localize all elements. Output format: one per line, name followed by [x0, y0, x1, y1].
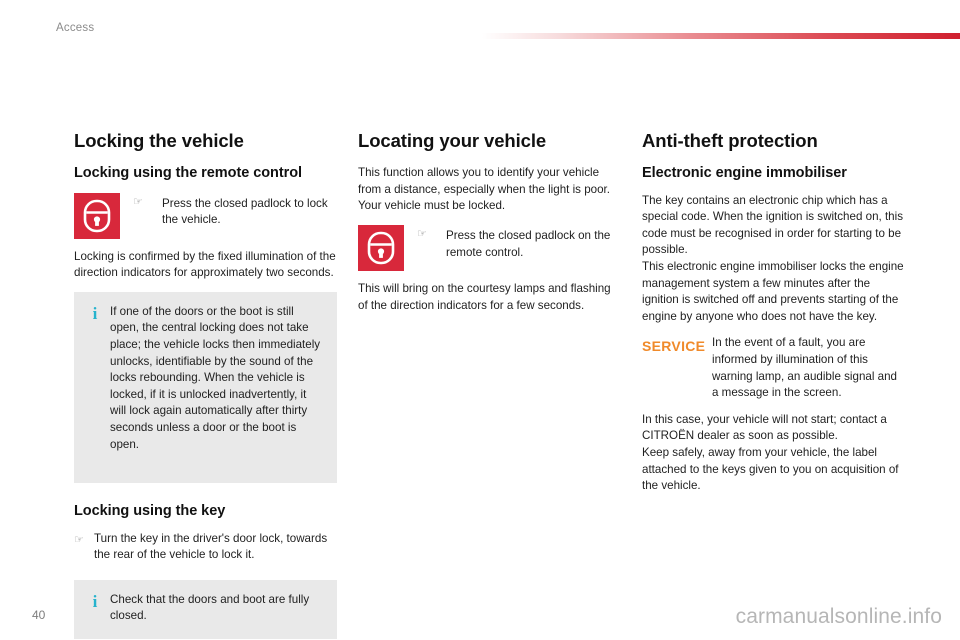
service-warning-text: In the event of a fault, you are informe…	[712, 336, 897, 400]
page-header: Access	[0, 0, 960, 40]
column-left: Locking the vehicle Locking using the re…	[74, 130, 337, 639]
info-icon: i	[92, 303, 98, 323]
column-middle: Locating your vehicle This function allo…	[358, 130, 621, 324]
closed-padlock-icon	[358, 225, 404, 272]
subtitle-immobiliser: Electronic engine immobiliser	[642, 165, 847, 182]
service-warning-icon: SERVICE	[642, 338, 706, 355]
site-watermark: carmanualsonline.info	[735, 605, 942, 628]
instruction-padlock-lock: ☞ Press the closed padlock to lock the v…	[74, 192, 337, 239]
info-box-check-doors: i Check that the doors and boot are full…	[74, 579, 337, 639]
info-box-central-locking: i If one of the doors or the boot is sti…	[74, 291, 337, 484]
paragraph-immobiliser-lock: This electronic engine immobiliser locks…	[642, 260, 904, 323]
instruction-text: Press the closed padlock to lock the veh…	[162, 196, 328, 227]
hand-pointer-icon: ☞	[74, 533, 84, 546]
page-title: Locking the vehicle	[74, 130, 244, 151]
header-accent-rule	[482, 33, 960, 39]
info-icon: i	[92, 591, 98, 611]
section-title-locating: Locating your vehicle	[358, 130, 547, 151]
instruction-text-wrap: ☞ Press the closed padlock on the remote…	[417, 225, 621, 261]
subtitle-locking-key: Locking using the key	[74, 503, 226, 520]
section-title-antitheft: Anti-theft protection	[642, 130, 818, 151]
info-box-text: If one of the doors or the boot is still…	[110, 304, 321, 451]
paragraph-contact-dealer: In this case, your vehicle will not star…	[642, 412, 887, 443]
instruction-turn-key: ☞ Turn the key in the driver's door lock…	[74, 531, 337, 564]
subtitle-remote-control: Locking using the remote control	[74, 165, 303, 182]
paragraph-locate-function: This function allows you to identify you…	[358, 166, 610, 213]
info-box-text: Check that the doors and boot are fully …	[110, 592, 310, 623]
hand-pointer-icon: ☞	[417, 228, 427, 241]
instruction-text: Press the closed padlock on the remote c…	[446, 229, 611, 259]
manual-page: Access Locking the vehicle Locking using…	[0, 0, 960, 640]
chapter-title: Access	[56, 22, 95, 34]
paragraph-key-chip: The key contains an electronic chip whic…	[642, 193, 904, 257]
service-warning-block: SERVICE In the event of a fault, you are…	[642, 335, 905, 401]
paragraph-keep-label: Keep safely, away from your vehicle, the…	[642, 445, 899, 493]
instruction-padlock-locate: ☞ Press the closed padlock on the remote…	[358, 225, 621, 272]
instruction-text-wrap: ☞ Press the closed padlock to lock the v…	[133, 193, 337, 229]
hand-pointer-icon: ☞	[133, 195, 143, 208]
instruction-text: Turn the key in the driver's door lock, …	[94, 531, 328, 562]
page-number: 40	[32, 608, 46, 622]
paragraph-locking-confirmed: Locking is confirmed by the fixed illumi…	[74, 249, 336, 280]
paragraph-courtesy-lamps: This will bring on the courtesy lamps an…	[358, 282, 611, 312]
column-right: Anti-theft protection Electronic engine …	[642, 130, 905, 505]
closed-padlock-icon	[74, 192, 120, 239]
